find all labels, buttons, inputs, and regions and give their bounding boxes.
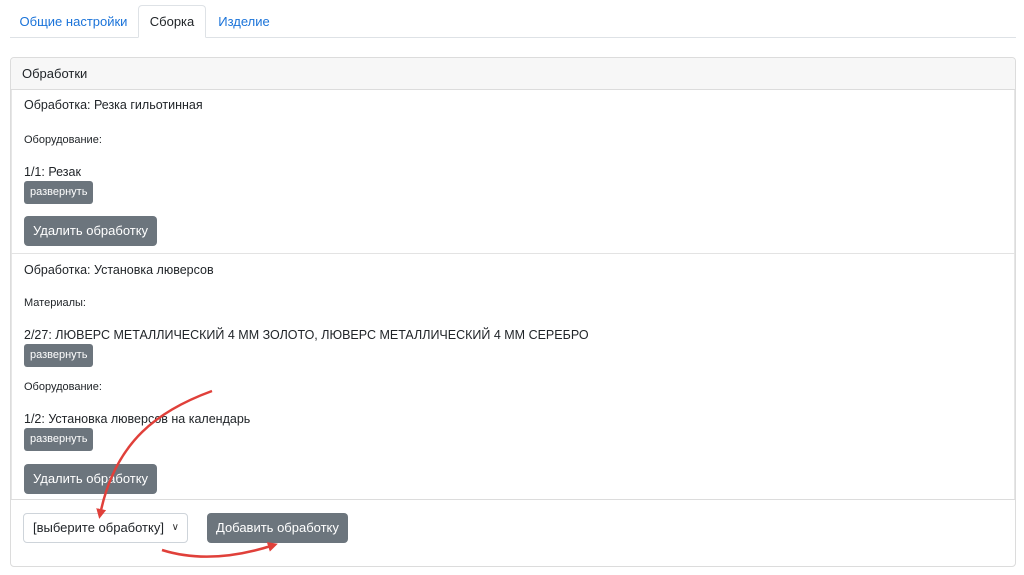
equipment-label: Оборудование:: [24, 381, 102, 393]
operation-title: Обработка: Установка люверсов: [24, 263, 214, 277]
card-header: Обработки: [11, 58, 1015, 90]
equipment-label: Оборудование:: [24, 134, 102, 146]
expand-equipment-button[interactable]: развернуть: [24, 428, 94, 451]
chevron-down-icon: ∨: [171, 522, 179, 533]
add-operation-button[interactable]: Добавить обработку: [207, 513, 348, 543]
tab-bar: Общие настройки Сборка Изделие: [10, 4, 1016, 38]
delete-operation-button[interactable]: Удалить обработку: [24, 464, 158, 494]
delete-operation-button[interactable]: Удалить обработку: [24, 216, 158, 246]
operation-item: Обработка: Установка люверсов Материалы:…: [11, 254, 1015, 500]
tab-product[interactable]: Изделие: [208, 5, 280, 38]
equipment-value: 1/1: Резак: [24, 165, 81, 179]
materials-label: Материалы:: [24, 297, 86, 309]
operation-item: Обработка: Резка гильотинная Оборудовани…: [11, 90, 1015, 254]
operation-select[interactable]: [выберите обработку] ∨: [23, 513, 188, 543]
expand-button[interactable]: развернуть: [24, 181, 94, 204]
operation-title: Обработка: Резка гильотинная: [24, 98, 203, 112]
operations-card: Обработки Обработка: Резка гильотинная О…: [10, 57, 1016, 567]
tab-assembly[interactable]: Сборка: [138, 5, 206, 38]
expand-materials-button[interactable]: развернуть: [24, 344, 94, 367]
operation-select-value: [выберите обработку]: [33, 520, 164, 535]
tab-general-settings[interactable]: Общие настройки: [10, 5, 137, 38]
equipment-value: 1/2: Установка люверсов на календарь: [24, 412, 251, 426]
materials-value: 2/27: ЛЮВЕРС МЕТАЛЛИЧЕСКИЙ 4 ММ ЗОЛОТО, …: [24, 328, 589, 342]
